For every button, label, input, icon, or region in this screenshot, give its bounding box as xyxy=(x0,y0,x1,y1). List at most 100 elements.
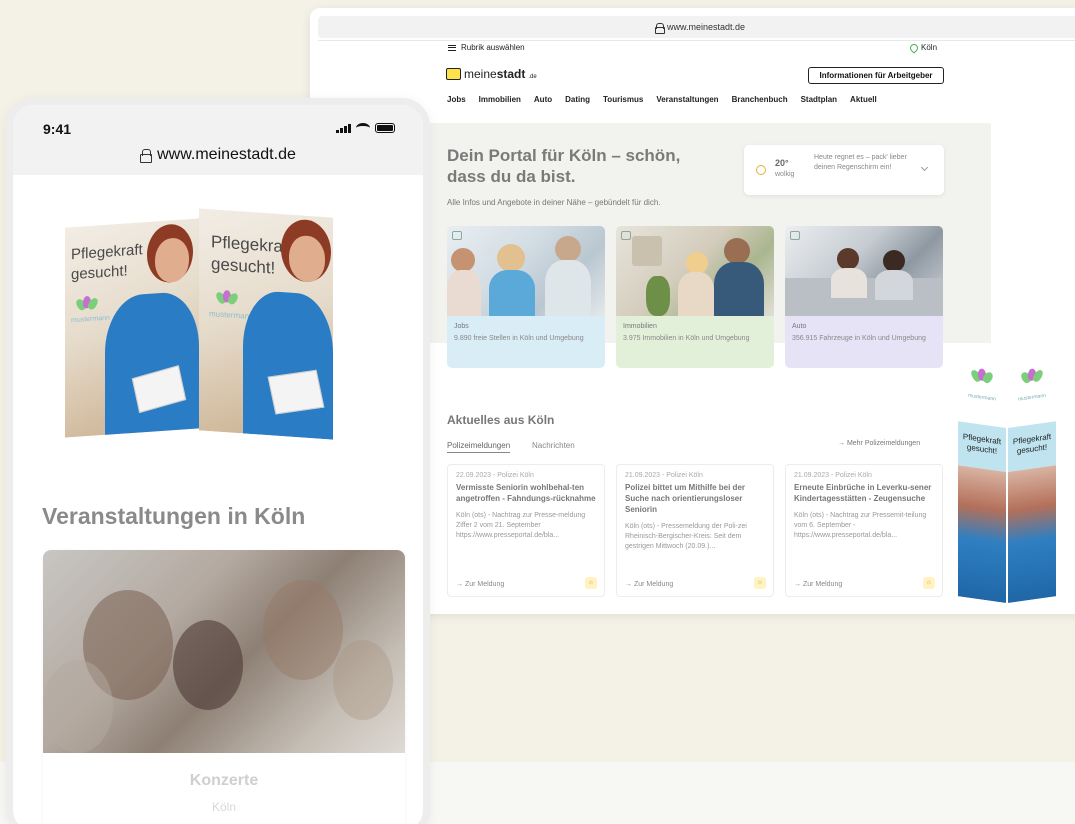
nurse-scrubs xyxy=(105,290,199,437)
mobile-url-bar[interactable]: www.meinestadt.de xyxy=(13,146,423,164)
hero-headline: Dein Portal für Köln – schön, dass du da… xyxy=(447,146,681,186)
card-title: Auto xyxy=(792,323,807,330)
news-card[interactable]: 21.09.2023 - Polizei Köln Polizei bittet… xyxy=(616,464,774,597)
nav-item-immobilien[interactable]: Immobilien xyxy=(479,95,521,104)
card-image xyxy=(447,226,605,316)
news-card[interactable]: 22.09.2023 - Polizei Köln Vermisste Seni… xyxy=(447,464,605,597)
police-light-icon: ☼ xyxy=(754,577,766,589)
news-date: 22.09.2023 - Polizei Köln xyxy=(456,472,534,479)
tab-nachrichten[interactable]: Nachrichten xyxy=(532,441,575,450)
city-label: Köln xyxy=(921,43,938,52)
news-card[interactable]: 21.09.2023 - Polizei Köln Erneute Einbrü… xyxy=(785,464,943,597)
location-pin-icon xyxy=(908,41,920,54)
lotus-logo-icon xyxy=(969,367,995,385)
logo-mark-icon xyxy=(446,68,461,80)
hamburger-icon xyxy=(448,44,456,51)
nav-item-tourismus[interactable]: Tourismus xyxy=(603,95,643,104)
ad-face-top xyxy=(958,351,1006,428)
category-card-auto[interactable]: Auto 356.915 Fahrzeuge in Köln und Umgeb… xyxy=(785,226,943,368)
card-desc: 9.890 freie Stellen in Köln und Umgebung xyxy=(454,335,584,342)
event-location: Köln xyxy=(211,800,237,814)
status-icons xyxy=(336,123,395,133)
nav-item-jobs[interactable]: Jobs xyxy=(447,95,466,104)
ad-headline: Pflegekraft gesucht! xyxy=(1008,421,1056,472)
tab-polizeimeldungen[interactable]: Polizeimeldungen xyxy=(447,441,511,453)
card-image xyxy=(785,226,943,316)
employer-info-button[interactable]: Informationen für Arbeitgeber xyxy=(808,67,944,84)
lotus-logo-icon xyxy=(74,295,100,312)
news-headline: Polizei bittet um Mithilfe bei der Suche… xyxy=(625,483,746,514)
weather-widget[interactable]: 20° wolkig Heute regnet es – pack' liebe… xyxy=(744,145,944,195)
lotus-logo-icon xyxy=(1019,367,1045,385)
rubrik-menu[interactable]: Rubrik auswählen xyxy=(448,43,525,52)
concert-image xyxy=(43,550,405,753)
news-teaser: Köln (ots) - Nachtrag zur Presse-meldung… xyxy=(456,512,586,539)
card-image xyxy=(616,226,774,316)
news-read-link[interactable]: → Zur Meldung xyxy=(456,581,504,588)
logo-text-part2: stadt xyxy=(496,67,526,81)
wifi-icon xyxy=(356,123,370,133)
city-selector[interactable]: Köln xyxy=(908,41,938,54)
mobile-status-bar: 9:41 www.meinestadt.de xyxy=(13,105,423,175)
clipboard xyxy=(267,369,325,415)
event-card[interactable]: Konzerte Köln xyxy=(43,550,405,824)
crowd-shape xyxy=(43,660,113,753)
category-card-immobilien[interactable]: Immobilien 3.975 Immobilien in Köln und … xyxy=(616,226,774,368)
nav-item-veranstaltungen[interactable]: Veranstaltungen xyxy=(656,95,718,104)
lock-icon xyxy=(654,22,665,34)
nav-item-aktuell[interactable]: Aktuell xyxy=(850,95,877,104)
divider xyxy=(318,40,1075,41)
weather-text: Heute regnet es – pack' lieber deinen Re… xyxy=(814,154,907,171)
cube-face-right: Pflegekraft gesucht! mustermann xyxy=(199,208,333,440)
news-date: 21.09.2023 - Polizei Köln xyxy=(794,472,872,479)
news-headline: Vermisste Seniorin wohlbehal-ten angetro… xyxy=(456,483,596,503)
ad-face-right: mustermann Pflegekraft gesucht! xyxy=(1008,351,1056,603)
rubrik-label: Rubrik auswählen xyxy=(461,43,525,52)
mobile-url-text: www.meinestadt.de xyxy=(157,146,296,163)
car-icon xyxy=(790,231,800,240)
nav-item-dating[interactable]: Dating xyxy=(565,95,590,104)
news-headline: Erneute Einbrüche in Leverku-sener Kinde… xyxy=(794,483,932,503)
event-title: Konzerte xyxy=(189,772,259,789)
category-card-jobs[interactable]: Jobs 9.890 freie Stellen in Köln und Umg… xyxy=(447,226,605,368)
hero-subline: Alle Infos und Angebote in deiner Nähe –… xyxy=(447,198,661,207)
ad-face-top xyxy=(1008,351,1056,428)
card-body: Auto 356.915 Fahrzeuge in Köln und Umgeb… xyxy=(785,316,943,368)
more-police-reports-link[interactable]: → Mehr Polizeimeldungen xyxy=(838,440,920,447)
lotus-logo-icon xyxy=(214,289,240,306)
ad-photo xyxy=(958,465,1006,603)
card-title: Immobilien xyxy=(623,323,657,330)
desktop-url-text: www.meinestadt.de xyxy=(666,22,746,32)
police-light-icon: ☼ xyxy=(923,577,935,589)
nav-item-stadtplan[interactable]: Stadtplan xyxy=(801,95,837,104)
news-read-link[interactable]: → Zur Meldung xyxy=(625,581,673,588)
crowd-shape xyxy=(333,640,393,720)
events-section-title: Veranstaltungen in Köln xyxy=(42,503,306,529)
card-body: Immobilien 3.975 Immobilien in Köln und … xyxy=(616,316,774,368)
house-icon xyxy=(621,231,631,240)
weather-condition: wolkig xyxy=(775,171,795,178)
news-teaser: Köln (ots) - Nachtrag zur Pressemit-teil… xyxy=(794,512,927,539)
weather-temp: 20° xyxy=(775,158,789,168)
chevron-down-icon[interactable] xyxy=(920,163,929,172)
ad-headline: Pflegekraft gesucht! xyxy=(958,421,1006,472)
site-logo[interactable]: meine stadt .de xyxy=(446,67,537,81)
nav-item-auto[interactable]: Auto xyxy=(534,95,552,104)
sun-icon xyxy=(756,165,766,175)
crowd-shape xyxy=(173,620,243,710)
crowd-shape xyxy=(263,580,343,680)
nurse-scrubs xyxy=(243,289,333,440)
briefcase-icon xyxy=(452,231,462,240)
skyscraper-ad[interactable]: mustermann Pflegekraft gesucht! musterma… xyxy=(958,351,1058,603)
news-date: 21.09.2023 - Polizei Köln xyxy=(625,472,703,479)
nav-item-branchenbuch[interactable]: Branchenbuch xyxy=(732,95,788,104)
ad-face-left: mustermann Pflegekraft gesucht! xyxy=(958,351,1006,603)
police-light-icon: ☼ xyxy=(585,577,597,589)
cube-ad[interactable]: Pflegekraft gesucht! mustermann Pflegekr… xyxy=(65,208,387,445)
lock-icon xyxy=(140,149,153,163)
cube-face-left: Pflegekraft gesucht! mustermann xyxy=(65,218,199,438)
ad-photo xyxy=(1008,465,1056,603)
logo-text-part3: .de xyxy=(528,73,537,80)
desktop-url-bar[interactable]: www.meinestadt.de xyxy=(318,16,1075,38)
news-read-link[interactable]: → Zur Meldung xyxy=(794,581,842,588)
